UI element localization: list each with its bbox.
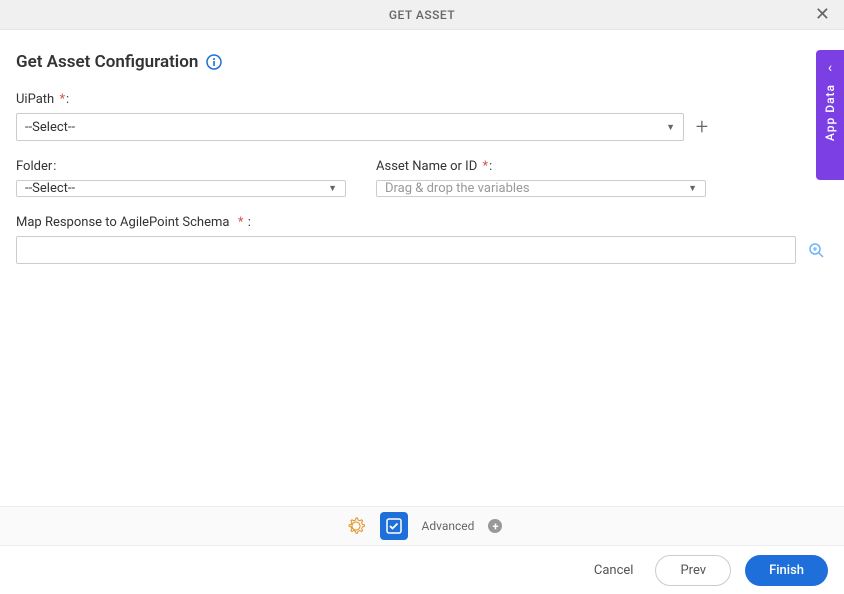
dialog-header: GET ASSET ✕ <box>0 0 844 30</box>
map-response-label: Map Response to AgilePoint Schema * : <box>16 215 828 230</box>
page-title-row: Get Asset Configuration <box>16 52 828 72</box>
search-schema-icon <box>807 241 825 259</box>
page-title: Get Asset Configuration <box>16 52 198 72</box>
required-marker: * <box>231 215 243 230</box>
uipath-field-group: UiPath * : --Select-- ▼ + <box>16 92 712 141</box>
folder-asset-row: Folder : --Select-- ▼ Asset Name or ID *… <box>16 159 828 197</box>
uipath-select[interactable]: --Select-- ▼ <box>16 113 684 141</box>
close-icon: ✕ <box>815 4 830 25</box>
chevron-down-icon: ▼ <box>688 183 697 194</box>
add-advanced-button[interactable]: + <box>488 519 502 533</box>
chevron-down-icon: ▼ <box>328 183 337 194</box>
chevron-left-icon: ‹ <box>828 60 832 76</box>
map-response-field-group: Map Response to AgilePoint Schema * : <box>16 215 828 264</box>
required-marker: * <box>479 159 488 174</box>
asset-name-select[interactable]: Drag & drop the variables ▼ <box>376 180 706 197</box>
folder-select[interactable]: --Select-- ▼ <box>16 180 346 197</box>
settings-button[interactable] <box>342 512 370 540</box>
plus-icon: + <box>492 521 498 532</box>
map-response-input[interactable] <box>16 236 796 264</box>
add-uipath-button[interactable]: + <box>692 117 712 137</box>
cancel-button[interactable]: Cancel <box>586 557 642 584</box>
plus-icon: + <box>696 115 708 140</box>
folder-label: Folder : <box>16 159 346 174</box>
asset-name-label: Asset Name or ID * : <box>376 159 706 174</box>
content-area: Get Asset Configuration UiPath * : --Sel… <box>0 30 844 280</box>
finish-button[interactable]: Finish <box>745 555 828 586</box>
close-button[interactable]: ✕ <box>811 2 834 28</box>
required-marker: * <box>56 92 65 107</box>
folder-field-group: Folder : --Select-- ▼ <box>16 159 346 197</box>
prev-button[interactable]: Prev <box>655 555 731 586</box>
asset-name-field-group: Asset Name or ID * : Drag & drop the var… <box>376 159 706 197</box>
info-icon[interactable] <box>206 54 222 70</box>
dialog-title: GET ASSET <box>389 8 455 22</box>
gear-icon <box>346 516 366 536</box>
advanced-label[interactable]: Advanced <box>422 519 475 533</box>
bottom-toolbar: Advanced + <box>0 506 844 546</box>
schema-browse-button[interactable] <box>804 238 828 262</box>
app-data-label: App Data <box>823 84 837 141</box>
uipath-row: UiPath * : --Select-- ▼ + <box>16 92 828 141</box>
uipath-label: UiPath * : <box>16 92 712 107</box>
configuration-tab-button[interactable] <box>380 512 408 540</box>
checkbox-icon <box>384 516 404 536</box>
chevron-down-icon: ▼ <box>666 122 675 133</box>
footer: Cancel Prev Finish <box>0 546 844 594</box>
app-data-panel-toggle[interactable]: ‹ App Data <box>816 50 844 180</box>
